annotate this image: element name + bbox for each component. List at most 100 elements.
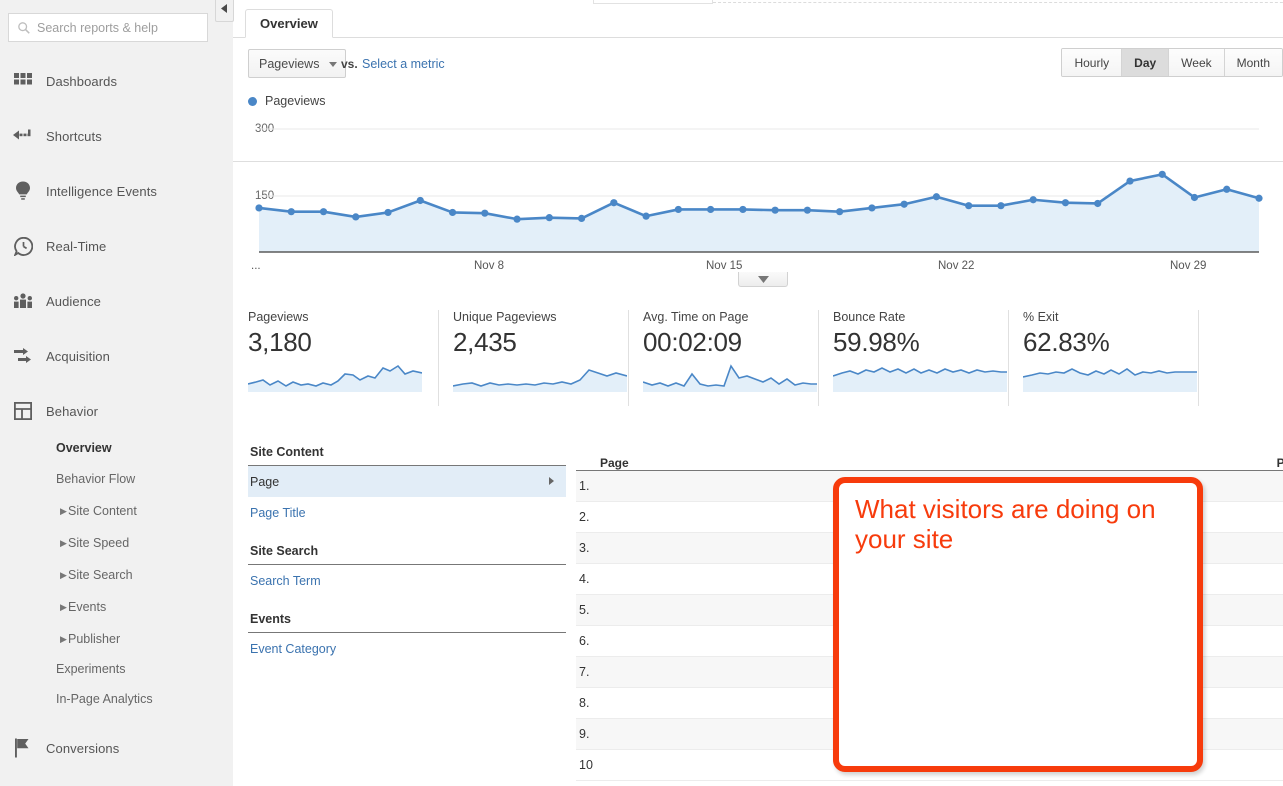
sidebar-item-in-page-analytics[interactable]: In-Page Analytics — [0, 684, 233, 714]
row-pageviews: 203 — [1198, 603, 1283, 617]
granularity-hourly[interactable]: Hourly — [1062, 49, 1123, 76]
triangle-right-icon: ▶ — [60, 569, 67, 580]
row-index: 3. — [579, 541, 590, 555]
sparkline-pageviews — [248, 364, 422, 392]
vs-label: vs. — [341, 57, 358, 71]
x-tick-nov22: Nov 22 — [938, 260, 975, 272]
triangle-right-icon: ▶ — [60, 537, 67, 548]
metric-card-value: 59.98% — [833, 327, 920, 357]
dimension-panel: Site Content Page Page Title Site Search… — [248, 445, 566, 664]
chevron-down-icon — [329, 62, 338, 67]
sidebar-item-label: Real-Time — [46, 238, 107, 254]
sidebar-item-acquisition[interactable]: Acquisition — [0, 338, 233, 374]
pageviews-timeseries-chart[interactable]: 300 150 ... Nov 8 Nov 15 Nov 22 Nov 29 — [233, 118, 1283, 287]
sidebar-item-label: Behavior — [46, 403, 99, 419]
metric-card-value: 2,435 — [453, 327, 517, 357]
search-icon — [18, 21, 30, 34]
tab-overview[interactable]: Overview — [245, 9, 333, 38]
chart-plot-area — [255, 128, 1263, 253]
metric-card-bounce-rate[interactable]: Bounce Rate 59.98% — [818, 310, 1008, 406]
triangle-right-icon — [549, 477, 554, 485]
dimension-row-page[interactable]: Page — [248, 466, 566, 497]
row-pageviews: 335 — [1198, 479, 1283, 493]
cards-right-divider — [1198, 310, 1199, 406]
metric-card-pageviews[interactable]: Pageviews 3,180 — [248, 310, 438, 406]
granularity-week[interactable]: Week — [1169, 49, 1225, 76]
legend-label: Pageviews — [265, 94, 326, 108]
chart-legend: Pageviews — [248, 94, 325, 108]
sidebar-item-site-search[interactable]: ▶ Site Search — [0, 560, 233, 590]
sidebar-subitem-label: Behavior Flow — [56, 472, 136, 486]
sidebar-item-events[interactable]: ▶ Events — [0, 592, 233, 622]
sidebar-item-label: Intelligence Events — [46, 183, 158, 199]
metric-card-label: Pageviews — [248, 310, 309, 324]
x-tick-nov8: Nov 8 — [474, 260, 505, 272]
chevron-left-icon — [221, 4, 227, 13]
sidebar-item-behavior-flow[interactable]: Behavior Flow — [0, 464, 233, 494]
sparkline-unique-pageviews — [453, 369, 627, 392]
x-tick-nov29: Nov 29 — [1170, 260, 1207, 272]
row-pageviews: 246 — [1198, 572, 1283, 586]
search-box[interactable] — [8, 13, 208, 42]
sidebar-item-site-content[interactable]: ▶ Site Content — [0, 496, 233, 526]
column-header-page[interactable]: Page — [576, 456, 1196, 470]
sidebar-item-shortcuts[interactable]: Shortcuts — [0, 118, 233, 154]
row-pageviews: 61 — [1198, 758, 1283, 772]
metric-card-percent-exit[interactable]: % Exit 62.83% — [1008, 310, 1198, 406]
metric-card-label: Avg. Time on Page — [643, 310, 749, 324]
sidebar-subitem-label: Events — [68, 600, 107, 614]
triangle-right-icon: ▶ — [60, 601, 67, 612]
row-index: 1. — [579, 479, 590, 493]
dimension-row-label: Search Term — [250, 573, 321, 588]
dimension-row-page-title[interactable]: Page Title — [248, 497, 566, 528]
sidebar-collapse-button[interactable] — [215, 0, 234, 22]
sidebar-item-label: Audience — [46, 293, 102, 309]
dimension-row-label: Page Title — [250, 505, 306, 520]
metric-card-label: % Exit — [1023, 310, 1059, 324]
sidebar-item-behavior[interactable]: Behavior — [0, 393, 233, 429]
dimension-row-search-term[interactable]: Search Term — [248, 565, 566, 596]
chart-collapse-handle[interactable] — [738, 272, 788, 287]
dimension-row-event-category[interactable]: Event Category — [248, 633, 566, 664]
sidebar-item-dashboards[interactable]: Dashboards — [0, 63, 233, 99]
sidebar-item-audience[interactable]: Audience — [0, 283, 233, 319]
sidebar-item-real-time[interactable]: Real-Time — [0, 228, 233, 264]
sidebar-item-overview[interactable]: Overview — [0, 433, 233, 463]
summary-metric-cards: Pageviews 3,180 Unique Pageviews 2,435 A… — [248, 310, 1198, 406]
select-a-metric-link[interactable]: Select a metric — [362, 57, 445, 71]
sidebar: Dashboards Shortcuts — [0, 0, 234, 786]
sidebar-item-label: Shortcuts — [46, 128, 102, 144]
sidebar-subitem-label: Overview — [56, 441, 112, 455]
metric-selector[interactable]: Pageviews — [248, 49, 347, 78]
metric-card-unique-pageviews[interactable]: Unique Pageviews 2,435 — [438, 310, 628, 406]
sidebar-item-label: Acquisition — [46, 348, 110, 364]
dimension-row-label: Page — [250, 474, 280, 489]
sidebar-item-experiments[interactable]: Experiments — [0, 654, 233, 684]
sidebar-item-intelligence-events[interactable]: Intelligence Events — [0, 173, 233, 209]
metric-card-avg-time-on-page[interactable]: Avg. Time on Page 00:02:09 — [628, 310, 818, 406]
column-header-pageviews[interactable]: Pageviews — [1196, 456, 1283, 470]
dimension-spacer — [248, 528, 566, 544]
row-pageviews: 123 — [1198, 665, 1283, 679]
triangle-right-icon: ▶ — [60, 505, 67, 516]
metric-card-value: 00:02:09 — [643, 327, 742, 357]
sidebar-item-publisher[interactable]: ▶ Publisher — [0, 624, 233, 654]
sidebar-subitem-label: Publisher — [68, 632, 121, 646]
dimension-spacer — [248, 596, 566, 612]
row-pageviews: 290 — [1198, 510, 1283, 524]
metric-selector-value: Pageviews — [259, 56, 320, 71]
sidebar-subitem-label: Experiments — [56, 662, 126, 676]
flag-icon — [12, 737, 34, 759]
top-dashed-divider — [713, 2, 1283, 3]
granularity-month[interactable]: Month — [1224, 49, 1282, 76]
annotation-text: What visitors are doing on your site — [855, 494, 1156, 554]
sidebar-item-conversions[interactable]: Conversions — [0, 730, 233, 766]
granularity-day[interactable]: Day — [1122, 49, 1170, 76]
sidebar-item-label: Dashboards — [46, 73, 118, 89]
search-input[interactable] — [37, 20, 202, 35]
arrow-left-dashed-icon — [12, 125, 34, 147]
chevron-down-icon — [757, 275, 769, 283]
sidebar-item-site-speed[interactable]: ▶ Site Speed — [0, 528, 233, 558]
row-pageviews: 284 — [1198, 541, 1283, 555]
metric-card-label: Unique Pageviews — [453, 310, 557, 324]
